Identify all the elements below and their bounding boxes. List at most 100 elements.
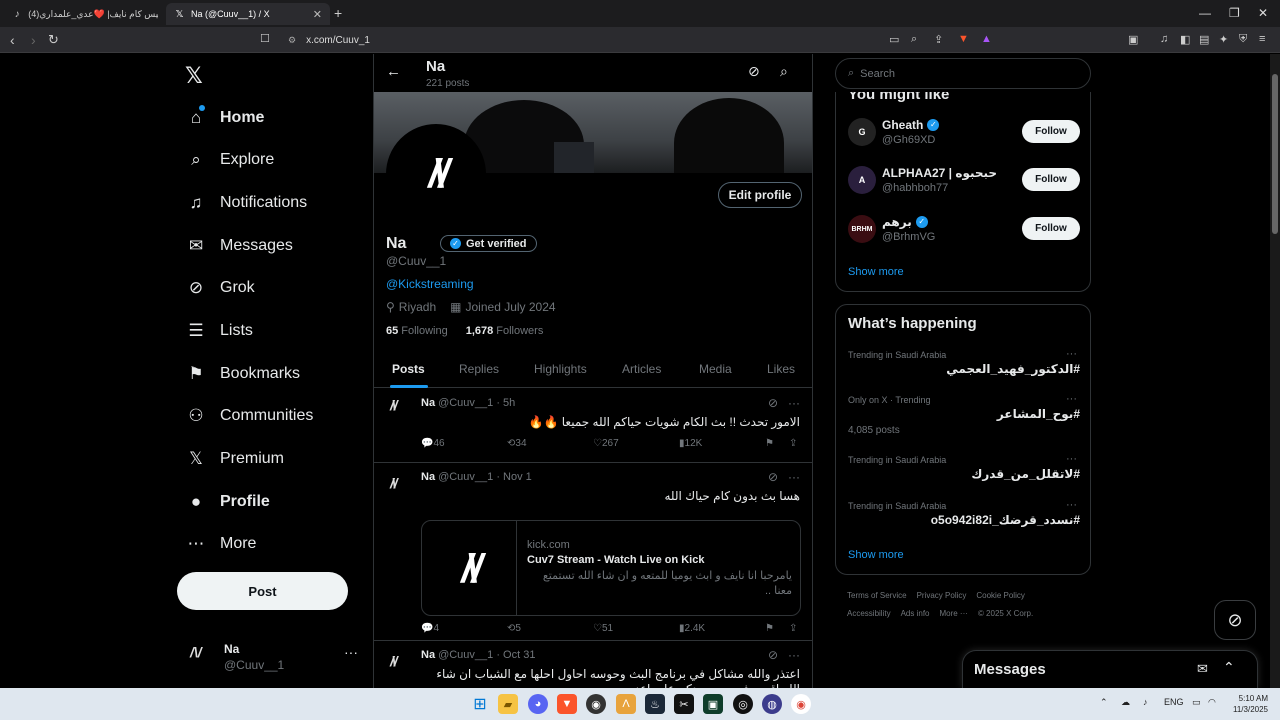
share-icon[interactable]: ⇪ — [789, 623, 797, 634]
minimize-icon[interactable]: — — [1199, 6, 1211, 20]
nav-item-home[interactable]: ⌂ Home — [184, 101, 265, 135]
tray-expand-icon[interactable]: ⌃ — [1100, 697, 1108, 708]
capcut-icon[interactable]: ✂ — [674, 694, 694, 714]
search-input[interactable]: ⌕ Search — [835, 58, 1091, 89]
avatar[interactable]: A — [848, 166, 876, 194]
nav-item-more[interactable]: ⋯ More — [184, 527, 257, 561]
share-icon[interactable]: ⇪ — [789, 438, 797, 449]
repost-button[interactable]: ⟲ 34 — [507, 438, 527, 449]
x-logo-icon[interactable]: 𝕏 — [185, 63, 203, 89]
trend-item[interactable]: Trending in Saudi Arabia ··· #الدكتور_فه… — [836, 348, 1090, 390]
follow-button[interactable]: Follow — [1022, 120, 1080, 143]
tweet-author[interactable]: Na — [421, 471, 435, 483]
footer-link[interactable]: Cookie Policy — [976, 591, 1024, 600]
show-more-link[interactable]: Show more — [848, 266, 904, 278]
more-icon[interactable]: ··· — [344, 644, 358, 660]
nav-item-communities[interactable]: ⚇ Communities — [184, 399, 313, 433]
more-icon[interactable]: ··· — [1066, 453, 1077, 465]
tab-media[interactable]: Media — [699, 362, 732, 376]
edit-profile-button[interactable]: Edit profile — [718, 182, 802, 208]
more-icon[interactable]: ··· — [1066, 393, 1077, 405]
nav-item-grok[interactable]: ⊘ Grok — [184, 271, 255, 305]
back-arrow-icon[interactable]: ← — [386, 63, 401, 80]
bookmark-icon[interactable]: ⚑ — [765, 623, 774, 634]
nav-item-profile[interactable]: ● Profile — [184, 485, 270, 519]
following-link[interactable]: 65 Following — [386, 325, 448, 337]
app-icon[interactable]: ◎ — [733, 694, 753, 714]
network-icon[interactable]: ◠ — [1208, 697, 1216, 708]
tab-likes[interactable]: Likes — [767, 362, 795, 376]
music-icon[interactable]: ♫ — [1160, 33, 1168, 45]
chrome-icon[interactable]: ◉ — [791, 694, 811, 714]
reader-icon[interactable]: ◧ — [1180, 33, 1190, 46]
avatar[interactable]: BRHM — [848, 215, 876, 243]
profile-avatar[interactable]: /\/ — [386, 124, 486, 224]
nav-item-messages[interactable]: ✉ Messages — [184, 229, 293, 263]
footer-link[interactable]: Ads info — [901, 609, 930, 618]
new-tab-icon[interactable]: + — [334, 5, 342, 21]
site-info-icon[interactable]: ⚙ — [288, 35, 296, 46]
page-scrollbar[interactable] — [1270, 54, 1280, 688]
trend-item[interactable]: Trending in Saudi Arabia ··· #لاتقلل_من_… — [836, 453, 1090, 495]
search-icon[interactable]: ⌕ — [780, 63, 788, 80]
cloud-icon[interactable]: ☁ — [1121, 697, 1130, 708]
file-explorer-icon[interactable]: ▰ — [498, 694, 518, 714]
get-verified-button[interactable]: ✓ Get verified — [440, 235, 537, 252]
system-clock[interactable]: 5:10 AM 11/3/2025 — [1224, 693, 1268, 715]
footer-link[interactable]: Accessibility — [847, 609, 891, 618]
reply-button[interactable]: 💬 4 — [421, 623, 439, 634]
more-icon[interactable]: ··· — [1066, 348, 1077, 360]
bookmark-page-icon[interactable]: ☐ — [260, 32, 270, 45]
account-switcher[interactable]: /\/ Na @Cuuv__1 ··· — [186, 638, 362, 678]
nav-item-notifications[interactable]: ♫ Notifications — [184, 186, 308, 220]
more-icon[interactable]: ··· — [788, 470, 800, 484]
avatar[interactable]: /\/ — [390, 653, 398, 669]
trend-item[interactable]: Only on X · Trending ··· #بوح_المشاعر 4,… — [836, 393, 1090, 445]
nav-item-bookmarks[interactable]: ⚑ Bookmarks — [184, 357, 300, 391]
tweet-author[interactable]: Na — [421, 649, 435, 661]
app-icon[interactable]: ◍ — [762, 694, 782, 714]
back-icon[interactable]: ‹ — [10, 32, 15, 48]
bio-mention-link[interactable]: @Kickstreaming — [386, 277, 474, 291]
grok-icon[interactable]: ⊘ — [768, 470, 778, 484]
close-window-icon[interactable]: ✕ — [1258, 6, 1268, 20]
brave-icon[interactable]: ▼ — [557, 694, 577, 714]
zoom-icon[interactable]: ⌕ — [911, 33, 917, 46]
views-button[interactable]: ▮ 2.4K — [679, 623, 705, 634]
vpn-icon[interactable]: ⛨ — [1239, 33, 1247, 46]
tweet[interactable]: /\/ Na @Cuuv__1 · Oct 31 ⊘ ··· اعتذر والل… — [374, 641, 812, 688]
more-icon[interactable]: ··· — [788, 648, 800, 662]
link-card[interactable]: /\/ kick.com Cuv7 Stream - Watch Live on… — [421, 520, 801, 616]
menu-icon[interactable]: ≡ — [1259, 33, 1265, 45]
suggestion-item[interactable]: G Gheath ✓ @Gh69XD Follow — [836, 112, 1090, 152]
windows-start-icon[interactable]: ⊞ — [470, 694, 490, 714]
more-icon[interactable]: ··· — [1066, 499, 1077, 511]
discord-icon[interactable]: ◕ — [528, 694, 548, 714]
forward-icon[interactable]: › — [31, 32, 36, 48]
restore-icon[interactable]: ❐ — [1229, 6, 1240, 20]
brave-shield-icon[interactable]: ▼ — [958, 33, 969, 45]
mic-icon[interactable]: ♪ — [1143, 697, 1148, 707]
footer-link[interactable]: More ··· — [939, 609, 967, 618]
messages-drawer[interactable]: Messages ✉ ⌃ — [962, 650, 1258, 688]
reload-icon[interactable]: ↻ — [48, 32, 59, 48]
like-button[interactable]: ♡ 267 — [593, 438, 619, 449]
nav-item-explore[interactable]: ⌕ Explore — [184, 143, 274, 177]
grok-icon[interactable]: ⊘ — [768, 648, 778, 662]
leo-icon[interactable]: ✦ — [1219, 33, 1228, 46]
reply-button[interactable]: 💬 46 — [421, 438, 445, 449]
display-icon[interactable]: ▭ — [1192, 697, 1201, 708]
suggestion-item[interactable]: BRHM برهم ✓ @BrhmVG Follow — [836, 209, 1090, 249]
wallet-icon[interactable]: ▤ — [1199, 33, 1209, 46]
follow-button[interactable]: Follow — [1022, 168, 1080, 191]
follow-button[interactable]: Follow — [1022, 217, 1080, 240]
grok-icon[interactable]: ⊘ — [768, 396, 778, 410]
tab-highlights[interactable]: Highlights — [534, 362, 587, 376]
obs-icon[interactable]: ◉ — [586, 694, 606, 714]
steam-icon[interactable]: ♨ — [645, 694, 665, 714]
repost-button[interactable]: ⟲ 5 — [507, 623, 521, 634]
nav-item-premium[interactable]: 𝕏 Premium — [184, 442, 284, 476]
footer-link[interactable]: Terms of Service — [847, 591, 907, 600]
bookmark-icon[interactable]: ⚑ — [765, 438, 774, 449]
share-icon[interactable]: ⇪ — [934, 33, 943, 46]
